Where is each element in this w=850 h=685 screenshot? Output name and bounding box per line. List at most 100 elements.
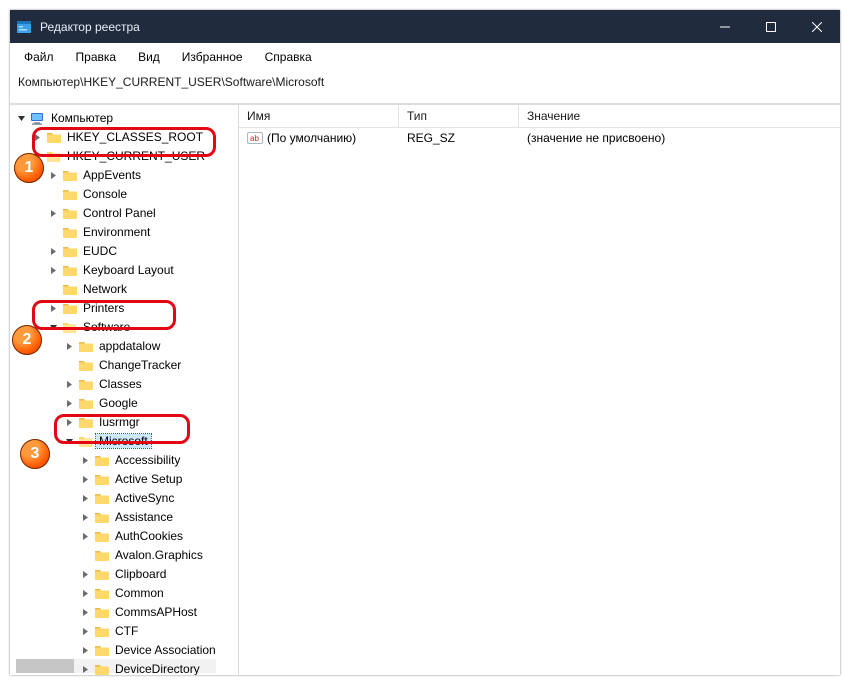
tree-node[interactable]: Active Setup [10, 470, 238, 488]
chevron-right-icon[interactable] [62, 380, 76, 389]
chevron-down-icon[interactable] [62, 437, 76, 446]
chevron-right-icon[interactable] [78, 456, 92, 465]
tree-node[interactable]: appdatalow [10, 337, 238, 355]
tree-node[interactable]: Iusrmgr [10, 413, 238, 431]
tree-node[interactable]: Keyboard Layout [10, 261, 238, 279]
tree-node-label: AppEvents [80, 168, 144, 182]
tree-node[interactable]: HKEY_CLASSES_ROOT [10, 128, 238, 146]
folder-icon [62, 244, 78, 258]
computer-icon [30, 111, 46, 125]
folder-icon [78, 396, 94, 410]
value-type: REG_SZ [399, 128, 519, 148]
tree-node-label: Google [96, 396, 141, 410]
tree-node[interactable]: ActiveSync [10, 489, 238, 507]
tree-node[interactable]: CommsAPHost [10, 603, 238, 621]
tree-node[interactable]: EUDC [10, 242, 238, 260]
chevron-right-icon[interactable] [78, 646, 92, 655]
chevron-right-icon[interactable] [30, 133, 44, 142]
tree-node[interactable]: ChangeTracker [10, 356, 238, 374]
chevron-right-icon[interactable] [46, 247, 60, 256]
col-type[interactable]: Тип [399, 105, 519, 127]
folder-icon [62, 168, 78, 182]
tree-node-label: Classes [96, 377, 145, 391]
chevron-right-icon[interactable] [46, 266, 60, 275]
chevron-right-icon[interactable] [78, 608, 92, 617]
chevron-right-icon[interactable] [46, 304, 60, 313]
chevron-right-icon[interactable] [78, 494, 92, 503]
tree-node[interactable]: Common [10, 584, 238, 602]
tree-node[interactable]: Control Panel [10, 204, 238, 222]
minimize-button[interactable] [702, 10, 748, 43]
folder-open-icon [46, 149, 62, 163]
col-value[interactable]: Значение [519, 105, 840, 127]
annotation-badge-1: 1 [14, 153, 44, 183]
tree-node[interactable]: Network [10, 280, 238, 298]
tree-node[interactable]: Software [10, 318, 238, 336]
chevron-right-icon[interactable] [62, 342, 76, 351]
tree-node-label: appdatalow [96, 339, 163, 353]
tree-node-label: Компьютер [48, 111, 116, 125]
window-title: Редактор реестра [40, 20, 702, 34]
menu-edit[interactable]: Правка [72, 48, 121, 66]
tree-node[interactable]: CTF [10, 622, 238, 640]
menu-favorite[interactable]: Избранное [178, 48, 247, 66]
chevron-down-icon[interactable] [14, 114, 28, 123]
chevron-right-icon[interactable] [78, 475, 92, 484]
folder-open-icon [62, 320, 78, 334]
col-name[interactable]: Имя [239, 105, 399, 127]
chevron-down-icon[interactable] [46, 323, 60, 332]
titlebar[interactable]: Редактор реестра [10, 10, 840, 43]
tree-node[interactable]: Avalon.Graphics [10, 546, 238, 564]
tree-node[interactable]: Компьютер [10, 109, 238, 127]
tree-node-label: Console [80, 187, 130, 201]
tree-node[interactable]: Device Association [10, 641, 238, 659]
menu-file[interactable]: Файл [20, 48, 58, 66]
folder-icon [94, 491, 110, 505]
chevron-right-icon[interactable] [78, 532, 92, 541]
chevron-right-icon[interactable] [78, 570, 92, 579]
folder-icon [94, 586, 110, 600]
tree-pane[interactable]: Компьютер HKEY_CLASSES_ROOT HKEY_CURRENT_U… [10, 105, 239, 675]
tree-node[interactable]: Environment [10, 223, 238, 241]
tree-node[interactable]: Assistance [10, 508, 238, 526]
tree-node-label: Control Panel [80, 206, 159, 220]
folder-icon [94, 529, 110, 543]
chevron-right-icon[interactable] [62, 399, 76, 408]
window-controls [702, 10, 840, 43]
tree-node[interactable]: Google [10, 394, 238, 412]
tree-node[interactable]: Printers [10, 299, 238, 317]
chevron-right-icon[interactable] [78, 665, 92, 674]
close-button[interactable] [794, 10, 840, 43]
folder-icon [62, 206, 78, 220]
tree-node[interactable]: Console [10, 185, 238, 203]
menu-view[interactable]: Вид [134, 48, 164, 66]
tree-node[interactable]: AuthCookies [10, 527, 238, 545]
value-row[interactable]: ab(По умолчанию)REG_SZ(значение не присв… [239, 128, 840, 148]
tree-node[interactable]: Classes [10, 375, 238, 393]
string-value-icon: ab [247, 130, 263, 146]
chevron-right-icon[interactable] [78, 627, 92, 636]
chevron-right-icon[interactable] [78, 589, 92, 598]
menu-help[interactable]: Справка [261, 48, 316, 66]
tree-node[interactable]: Clipboard [10, 565, 238, 583]
menubar: Файл Правка Вид Избранное Справка [10, 43, 840, 71]
tree-node-label: HKEY_CLASSES_ROOT [64, 130, 206, 144]
tree-node[interactable]: AppEvents [10, 166, 238, 184]
chevron-right-icon[interactable] [78, 513, 92, 522]
folder-icon [78, 358, 94, 372]
chevron-right-icon[interactable] [46, 171, 60, 180]
value-data: (значение не присвоено) [519, 128, 840, 148]
chevron-right-icon[interactable] [62, 418, 76, 427]
tree-node[interactable]: HKEY_CURRENT_USER [10, 147, 238, 165]
address-bar[interactable]: Компьютер\HKEY_CURRENT_USER\Software\Mic… [10, 71, 840, 104]
folder-icon [94, 605, 110, 619]
folder-icon [78, 339, 94, 353]
tree-node-label: CTF [112, 624, 141, 638]
tree-node[interactable]: DeviceDirectory [10, 660, 238, 675]
registry-editor-window: Редактор реестра Файл Правка Вид Избранн… [10, 10, 840, 675]
chevron-right-icon[interactable] [46, 209, 60, 218]
tree-node-label: Accessibility [112, 453, 183, 467]
tree-node-label: Environment [80, 225, 153, 239]
tree-node-label: DeviceDirectory [112, 662, 203, 675]
maximize-button[interactable] [748, 10, 794, 43]
